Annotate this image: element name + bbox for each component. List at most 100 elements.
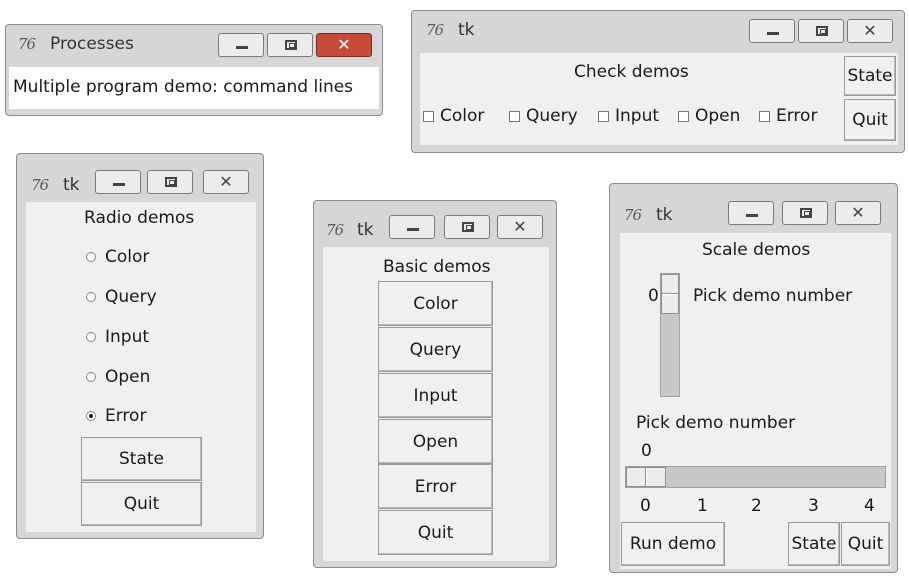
processes-message: Multiple program demo: command lines [13, 77, 354, 97]
basic-client: Basic demos Color Query Input Open Error… [323, 247, 549, 561]
radio-color[interactable]: Color [86, 247, 149, 267]
hscale-trough[interactable] [625, 466, 886, 488]
minimize-icon [746, 214, 758, 217]
tk-logo-icon: 76 [624, 206, 642, 224]
hscale-value: 0 [641, 441, 652, 461]
checkbox-icon [423, 110, 434, 122]
radio-titlebar[interactable]: 76 tk ✕ [17, 154, 263, 195]
window-title: tk [656, 205, 673, 225]
scale-titlebar[interactable]: 76 tk ✕ [610, 184, 897, 225]
quit-button[interactable]: Quit [841, 522, 890, 566]
basic-titlebar[interactable]: 76 tk ✕ [314, 201, 556, 240]
processes-client: Multiple program demo: command lines [9, 67, 379, 109]
checkbox-icon [759, 110, 770, 122]
window-title: tk [458, 20, 475, 40]
radio-input[interactable]: Input [86, 327, 149, 347]
close-button[interactable]: ✕ [203, 170, 249, 194]
minimize-button[interactable] [95, 170, 141, 194]
radio-heading: Radio demos [84, 208, 195, 228]
maximize-icon [285, 40, 297, 50]
radio-query[interactable]: Query [86, 287, 157, 307]
maximize-icon [816, 26, 828, 36]
vscale-value: 0 [648, 286, 659, 306]
basic-heading: Basic demos [383, 257, 491, 277]
vscale-slider-handle[interactable] [661, 274, 679, 314]
tk-logo-icon: 76 [31, 176, 49, 194]
maximize-button[interactable] [798, 19, 844, 43]
minimize-button[interactable] [389, 215, 435, 239]
check-input[interactable]: Input [598, 106, 659, 126]
processes-titlebar[interactable]: 76 Processes ✕ [6, 25, 382, 63]
state-button[interactable]: State [844, 56, 896, 96]
minimize-icon [113, 183, 125, 186]
close-icon: ✕ [863, 21, 877, 40]
tk-logo-icon: 76 [426, 21, 444, 39]
close-button[interactable]: ✕ [835, 201, 881, 225]
tk-logo-icon: 76 [326, 221, 344, 239]
radio-label: Open [105, 367, 151, 387]
scale-client: Scale demos 0 Pick demo number Pick demo… [620, 233, 891, 569]
radio-label: Color [105, 247, 150, 267]
basic-error-button[interactable]: Error [378, 464, 493, 509]
scale-demos-window: 76 tk ✕ Scale demos 0 Pick demo number P… [609, 183, 898, 573]
basic-query-button[interactable]: Query [378, 327, 493, 372]
radio-selected-icon [86, 411, 96, 421]
maximize-button[interactable] [147, 170, 193, 194]
state-button[interactable]: State [81, 437, 202, 481]
window-title: Processes [50, 34, 134, 54]
minimize-button[interactable] [728, 201, 774, 225]
processes-window: 76 Processes ✕ Multiple program demo: co… [5, 24, 383, 116]
window-title: tk [357, 220, 374, 240]
hscale-slider-handle[interactable] [626, 467, 666, 487]
quit-button[interactable]: Quit [844, 99, 896, 141]
basic-demos-window: 76 tk ✕ Basic demos Color Query Input Op… [313, 200, 557, 568]
close-icon: ✕ [337, 35, 351, 54]
radio-label: Input [105, 327, 150, 347]
check-label: Color [440, 106, 485, 126]
radio-icon [86, 332, 96, 342]
basic-color-button[interactable]: Color [378, 281, 493, 326]
close-button[interactable]: ✕ [316, 33, 372, 57]
check-error[interactable]: Error [759, 106, 817, 126]
minimize-icon [407, 228, 419, 231]
basic-open-button[interactable]: Open [378, 419, 493, 464]
slider-grip-icon [645, 468, 647, 486]
basic-quit-button[interactable]: Quit [378, 510, 493, 555]
run-demo-button[interactable]: Run demo [621, 522, 725, 566]
quit-button[interactable]: Quit [81, 482, 202, 526]
vscale-trough[interactable] [660, 273, 680, 397]
hscale-tick: 1 [697, 496, 708, 516]
radio-error[interactable]: Error [86, 406, 146, 426]
check-query[interactable]: Query [509, 106, 578, 126]
radio-label: Error [105, 406, 147, 426]
check-client: Check demos Color Query Input Open Error… [420, 53, 898, 145]
maximize-button[interactable] [782, 201, 828, 225]
checkbox-icon [509, 110, 520, 122]
basic-input-button[interactable]: Input [378, 373, 493, 418]
hscale-tick: 0 [640, 496, 651, 516]
radio-icon [86, 292, 96, 302]
check-label: Open [695, 106, 741, 126]
maximize-icon [165, 177, 177, 187]
maximize-button[interactable] [444, 215, 490, 239]
radio-open[interactable]: Open [86, 367, 150, 387]
close-icon: ✕ [219, 172, 233, 191]
state-button[interactable]: State [788, 522, 840, 566]
check-label: Input [615, 106, 660, 126]
check-titlebar[interactable]: 76 tk ✕ [412, 11, 904, 49]
hscale-tick: 4 [864, 496, 875, 516]
minimize-button[interactable] [218, 33, 264, 57]
maximize-button[interactable] [267, 33, 313, 57]
slider-grip-icon [662, 293, 678, 295]
tk-logo-icon: 76 [18, 35, 36, 53]
minimize-button[interactable] [749, 19, 795, 43]
check-color[interactable]: Color [423, 106, 484, 126]
maximize-icon [462, 222, 474, 232]
close-button[interactable]: ✕ [497, 215, 543, 239]
radio-demos-window: 76 tk ✕ Radio demos Color Query Input Op… [16, 153, 264, 539]
radio-icon [86, 252, 96, 262]
hscale-tick: 2 [751, 496, 762, 516]
check-label: Error [776, 106, 818, 126]
check-open[interactable]: Open [678, 106, 740, 126]
close-button[interactable]: ✕ [847, 19, 893, 43]
